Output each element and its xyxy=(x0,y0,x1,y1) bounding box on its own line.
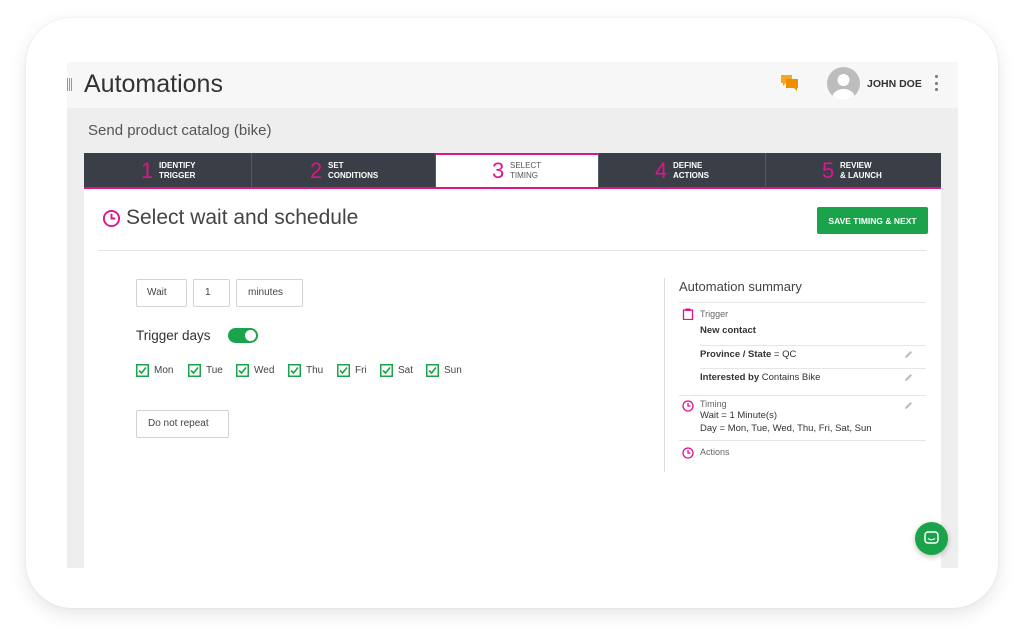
checkbox-checked-icon xyxy=(188,364,201,377)
repeat-select[interactable]: Do not repeat xyxy=(136,410,229,438)
day-checkbox-wed[interactable]: Wed xyxy=(236,364,274,377)
checkbox-checked-icon xyxy=(426,364,439,377)
summary-divider xyxy=(679,440,926,441)
chat-launcher-button[interactable] xyxy=(915,522,948,555)
checkbox-checked-icon xyxy=(337,364,350,377)
pencil-icon[interactable] xyxy=(904,401,913,410)
summary-timing-wait: Wait = 1 Minute(s) xyxy=(700,410,777,421)
step-number: 4 xyxy=(655,158,668,183)
top-bar: Automations JOHN DOE xyxy=(67,62,958,108)
day-checkbox-sat[interactable]: Sat xyxy=(380,364,413,377)
summary-divider xyxy=(700,345,926,346)
day-label: Thu xyxy=(306,365,324,376)
clipboard-icon xyxy=(682,308,694,320)
automation-name: Send product catalog (bike) xyxy=(88,122,272,139)
summary-divider xyxy=(700,368,926,369)
checkbox-checked-icon xyxy=(136,364,149,377)
clock-icon xyxy=(102,209,121,227)
wait-label-box: Wait xyxy=(136,279,187,307)
step-define-actions[interactable]: 4 DEFINE ACTIONS xyxy=(599,153,766,189)
page-title: Select wait and schedule xyxy=(126,206,359,229)
pencil-icon[interactable] xyxy=(904,350,913,359)
page-header: Select wait and schedule xyxy=(102,206,358,230)
checkbox-checked-icon xyxy=(236,364,249,377)
summary-divider xyxy=(679,302,926,303)
step-set-conditions[interactable]: 2 SET CONDITIONS xyxy=(252,153,436,189)
step-number: 3 xyxy=(492,158,505,183)
summary-timing-days: Day = Mon, Tue, Wed, Thu, Fri, Sat, Sun xyxy=(700,423,872,434)
user-name[interactable]: JOHN DOE xyxy=(867,78,922,90)
step-label: IDENTIFY TRIGGER xyxy=(159,161,196,180)
day-label: Wed xyxy=(254,365,275,376)
step-label: REVIEW & LAUNCH xyxy=(840,161,882,180)
summary-trigger-label: Trigger xyxy=(700,309,729,319)
summary-condition-province: Province / State = QC xyxy=(700,349,797,360)
pencil-icon[interactable] xyxy=(904,373,913,382)
wizard-steps: 1 IDENTIFY TRIGGER 2 SET CONDITIONS 3 SELE… xyxy=(84,153,941,189)
clock-icon xyxy=(682,447,694,459)
day-label: Tue xyxy=(206,365,223,376)
summary-trigger-value: New contact xyxy=(700,325,756,336)
day-label: Sat xyxy=(398,365,414,376)
step-number: 2 xyxy=(310,158,323,183)
summary-divider xyxy=(679,395,926,396)
step-review-launch[interactable]: 5 REVIEW & LAUNCH xyxy=(766,153,941,189)
step-label: SET CONDITIONS xyxy=(328,161,379,180)
day-checkbox-mon[interactable]: Mon xyxy=(136,364,173,377)
chat-icon[interactable] xyxy=(781,75,799,91)
day-checkbox-thu[interactable]: Thu xyxy=(288,364,323,377)
day-label: Sun xyxy=(444,365,462,376)
step-label: SELECT TIMING xyxy=(510,161,542,180)
trigger-days-toggle[interactable] xyxy=(228,328,258,343)
day-checkbox-fri[interactable]: Fri xyxy=(337,364,367,377)
step-select-timing[interactable]: 3 SELECT TIMING xyxy=(436,153,599,189)
step-number: 1 xyxy=(141,158,154,183)
app-title: Automations xyxy=(84,70,223,98)
summary-timing-label: Timing xyxy=(700,399,727,409)
chat-bubble-icon xyxy=(924,531,939,544)
step-number: 5 xyxy=(822,158,835,183)
summary-separator xyxy=(664,278,665,472)
kebab-menu-icon[interactable] xyxy=(934,75,938,91)
summary-condition-interest: Interested by Contains Bike xyxy=(700,372,821,383)
step-label: DEFINE ACTIONS xyxy=(673,161,709,180)
wait-unit-select[interactable]: minutes xyxy=(236,279,303,307)
divider xyxy=(98,250,927,251)
day-checkbox-tue[interactable]: Tue xyxy=(188,364,223,377)
checkbox-checked-icon xyxy=(380,364,393,377)
wait-value-input[interactable]: 1 xyxy=(193,279,230,307)
day-label: Fri xyxy=(355,365,367,376)
clock-icon xyxy=(682,400,694,412)
summary-actions-label: Actions xyxy=(700,447,730,457)
summary-title: Automation summary xyxy=(679,279,802,294)
save-timing-next-button[interactable]: SAVE TIMING & NEXT xyxy=(817,207,928,234)
app-window: Automations JOHN DOE Send product catalo… xyxy=(67,62,958,568)
step-identify-trigger[interactable]: 1 IDENTIFY TRIGGER xyxy=(84,153,252,189)
trigger-days-label: Trigger days xyxy=(136,328,211,343)
avatar[interactable] xyxy=(827,67,860,100)
day-label: Mon xyxy=(154,365,174,376)
day-checkbox-sun[interactable]: Sun xyxy=(426,364,462,377)
drag-grip-icon[interactable] xyxy=(67,78,74,91)
avatar-icon xyxy=(832,74,855,100)
checkbox-checked-icon xyxy=(288,364,301,377)
